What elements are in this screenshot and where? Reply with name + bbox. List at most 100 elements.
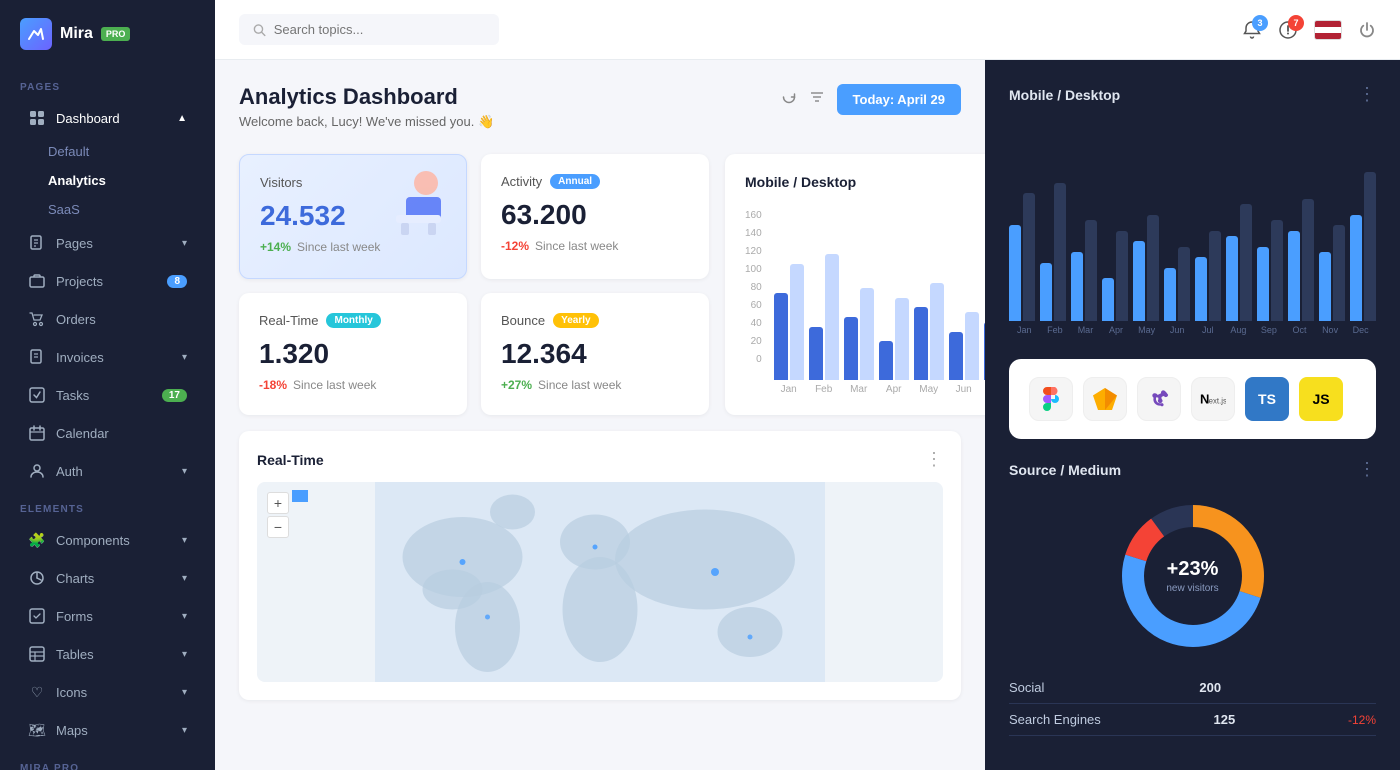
dark-label-9: Oct xyxy=(1284,325,1315,335)
dark-bar-primary-7 xyxy=(1226,236,1238,321)
stats-grid: Visitors 24.532 +14% Since last week xyxy=(239,154,709,415)
chart-title: Mobile / Desktop xyxy=(745,174,856,190)
activity-label: Activity Annual xyxy=(501,174,689,189)
sidebar-item-default[interactable]: Default xyxy=(48,137,215,166)
javascript-logo: JS xyxy=(1299,377,1343,421)
activity-change: -12% Since last week xyxy=(501,239,689,253)
dark-label-3: Apr xyxy=(1101,325,1132,335)
sidebar-item-calendar[interactable]: Calendar xyxy=(8,415,207,451)
realtime-badge: Monthly xyxy=(326,313,380,328)
sidebar-item-tables[interactable]: Tables ▾ xyxy=(8,636,207,672)
dark-chart-title: Mobile / Desktop xyxy=(1009,87,1120,103)
sidebar-projects-label: Projects xyxy=(56,274,103,289)
realtime-map-section: Real-Time ⋮ xyxy=(239,431,961,700)
logo-icon xyxy=(20,18,52,50)
charts-arrow-icon: ▾ xyxy=(182,573,187,584)
power-button[interactable] xyxy=(1358,21,1376,39)
search-input[interactable] xyxy=(274,22,485,37)
notifications-button[interactable]: 3 xyxy=(1242,20,1262,40)
realtime-map-more-icon[interactable]: ⋮ xyxy=(925,449,943,470)
realtime-change-value: -18% xyxy=(259,378,287,392)
bar-dark-6 xyxy=(984,322,985,380)
sidebar-tasks-label: Tasks xyxy=(56,388,89,403)
search-engines-name: Search Engines xyxy=(1009,712,1101,727)
dashboard-title-area: Analytics Dashboard Welcome back, Lucy! … xyxy=(239,84,494,130)
sidebar-item-icons[interactable]: ♡ Icons ▾ xyxy=(8,674,207,710)
dark-bar-primary-4 xyxy=(1133,241,1145,321)
dark-label-5: Jun xyxy=(1162,325,1193,335)
dark-bar-primary-1 xyxy=(1040,263,1052,321)
sidebar-item-saas[interactable]: SaaS xyxy=(48,195,215,224)
dark-bar-primary-10 xyxy=(1319,252,1331,321)
chart-header: Mobile / Desktop ⋮ xyxy=(745,174,985,202)
dark-bar-secondary-0 xyxy=(1023,193,1035,321)
main-area: 3 7 Analytics Dashboard Welcome back, Lu… xyxy=(215,0,1400,770)
dark-label-11: Dec xyxy=(1345,325,1376,335)
dark-bar-group-2 xyxy=(1071,151,1098,321)
dark-label-6: Jul xyxy=(1192,325,1223,335)
tasks-badge: 17 xyxy=(162,389,187,402)
sidebar-tables-label: Tables xyxy=(56,647,94,662)
source-row-social: Social 200 xyxy=(1009,672,1376,704)
sidebar-item-dashboard[interactable]: Dashboard ▲ xyxy=(8,100,207,136)
alerts-button[interactable]: 7 xyxy=(1278,20,1298,40)
map-zoom-in[interactable]: + xyxy=(267,492,289,514)
sidebar-item-pages[interactable]: Pages ▾ xyxy=(8,225,207,261)
refresh-button[interactable] xyxy=(781,89,797,110)
sidebar-item-auth[interactable]: Auth ▾ xyxy=(8,453,207,489)
map-zoom-out[interactable]: − xyxy=(267,516,289,538)
sidebar-item-orders[interactable]: Orders xyxy=(8,301,207,337)
social-name: Social xyxy=(1009,680,1044,695)
sidebar-item-tasks[interactable]: Tasks 17 xyxy=(8,377,207,413)
logo-area: Mira PRO xyxy=(0,0,215,68)
sidebar-item-analytics[interactable]: Analytics xyxy=(48,166,215,195)
elements-section-label: ELEMENTS xyxy=(0,490,215,521)
dark-bar-group-5 xyxy=(1164,151,1191,321)
search-bar[interactable] xyxy=(239,14,499,45)
source-medium-more[interactable]: ⋮ xyxy=(1358,459,1376,480)
donut-label: new visitors xyxy=(1166,583,1218,594)
donut-percent: +23% xyxy=(1166,558,1218,581)
logo-badge: PRO xyxy=(101,27,131,41)
dark-label-8: Sep xyxy=(1254,325,1285,335)
projects-icon xyxy=(28,272,46,290)
filter-button[interactable] xyxy=(809,89,825,110)
realtime-label: Real-Time Monthly xyxy=(259,313,447,328)
dark-bar-secondary-6 xyxy=(1209,231,1221,321)
sidebar-icons-label: Icons xyxy=(56,685,87,700)
bar-label-5: Jun xyxy=(956,384,972,395)
dark-bar-primary-8 xyxy=(1257,247,1269,321)
dark-bar-group-6 xyxy=(1195,151,1222,321)
today-button[interactable]: Today: April 29 xyxy=(837,84,961,115)
realtime-card: Real-Time Monthly 1.320 -18% Since last … xyxy=(239,293,467,416)
realtime-map-title: Real-Time xyxy=(257,452,324,468)
sidebar-item-components[interactable]: 🧩 Components ▾ xyxy=(8,522,207,558)
sidebar-orders-label: Orders xyxy=(56,312,96,327)
visitors-illustration xyxy=(376,165,456,245)
sidebar-calendar-label: Calendar xyxy=(56,426,109,441)
dark-bar-primary-2 xyxy=(1071,252,1083,321)
realtime-value: 1.320 xyxy=(259,338,447,370)
dark-chart-more[interactable]: ⋮ xyxy=(1358,84,1376,105)
sidebar-item-invoices[interactable]: Invoices ▾ xyxy=(8,339,207,375)
bar-light-1 xyxy=(825,254,839,380)
bar-label-1: Feb xyxy=(815,384,832,395)
bar-group-5: Jun xyxy=(949,225,979,395)
dashboard-actions: Today: April 29 xyxy=(781,84,961,115)
bar-group-4: May xyxy=(914,225,944,395)
bounce-card: Bounce Yearly 12.364 +27% Since last wee… xyxy=(481,293,709,416)
sidebar-forms-label: Forms xyxy=(56,609,93,624)
bar-light-3 xyxy=(895,298,909,380)
bar-group-1: Feb xyxy=(809,225,839,395)
language-flag[interactable] xyxy=(1314,20,1342,40)
visitors-since: Since last week xyxy=(297,240,380,254)
sidebar-item-charts[interactable]: Charts ▾ xyxy=(8,560,207,596)
sidebar-maps-label: Maps xyxy=(56,723,88,738)
bar-dark-1 xyxy=(809,327,823,380)
search-engines-value: 125 xyxy=(1214,712,1236,727)
source-row-search-engines: Search Engines 125 -12% xyxy=(1009,704,1376,736)
sidebar: Mira PRO PAGES Dashboard ▲ Default Analy… xyxy=(0,0,215,770)
sidebar-item-maps[interactable]: 🗺 Maps ▾ xyxy=(8,712,207,748)
sidebar-item-forms[interactable]: Forms ▾ xyxy=(8,598,207,634)
sidebar-item-projects[interactable]: Projects 8 xyxy=(8,263,207,299)
